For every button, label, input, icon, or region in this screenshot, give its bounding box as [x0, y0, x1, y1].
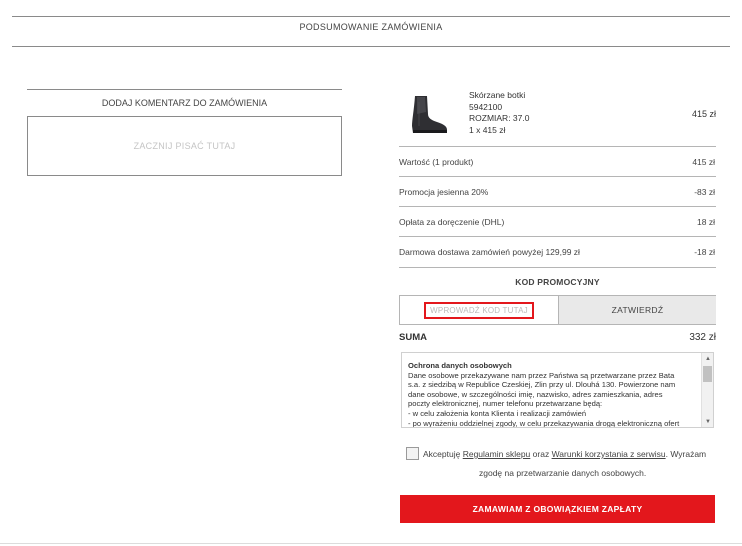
- summary-row-label: Opłata za doręczenie (DHL): [399, 217, 505, 227]
- promo-code-form: WPROWADŹ KOD TUTAJ ZATWIERDŹ: [399, 295, 716, 325]
- summary-row-label: Promocja jesienna 20%: [399, 187, 489, 197]
- product-name: Skórzane botki: [469, 90, 526, 100]
- terms-suffix: . Wyrażam: [665, 449, 707, 459]
- header-top-divider: [12, 16, 730, 17]
- privacy-line: Dane osobowe przekazywane nam przez Pańs…: [408, 370, 675, 380]
- cart-product: Skórzane botki 5942100 ROZMIAR: 37.0 1 x…: [399, 88, 716, 146]
- promo-code-input[interactable]: WPROWADŹ KOD TUTAJ: [424, 302, 534, 319]
- product-price: 415 zł: [691, 109, 716, 119]
- summary-row-value: -18 zł: [694, 247, 715, 257]
- summary-row-label: Darmowa dostawa zamówień powyżej 129,99 …: [399, 247, 580, 257]
- privacy-heading: Ochrona danych osobowych: [408, 361, 512, 370]
- privacy-scrollbar[interactable]: ▲ ▼: [701, 353, 713, 427]
- summary-row-value: 415 zł: [692, 157, 715, 167]
- summary-row: Darmowa dostawa zamówień powyżej 129,99 …: [399, 236, 716, 268]
- footer-divider: [0, 543, 742, 544]
- service-terms-link[interactable]: Warunki korzystania z serwisu: [552, 449, 666, 459]
- terms-prefix: Akceptuję: [423, 449, 461, 459]
- ankle-boot-icon: [412, 96, 447, 133]
- scroll-thumb[interactable]: [703, 366, 712, 382]
- summary-row: Wartość (1 produkt) 415 zł: [399, 146, 716, 177]
- total-label: SUMA: [399, 332, 427, 343]
- header-bottom-divider: [12, 46, 730, 47]
- scroll-down-arrow-icon[interactable]: ▼: [705, 419, 711, 425]
- summary-row: Promocja jesienna 20% -83 zł: [399, 176, 716, 207]
- privacy-line: s.a. z siedzibą w Republice Czeskiej, Zl…: [408, 380, 676, 390]
- promo-submit-button[interactable]: ZATWIERDŹ: [558, 296, 716, 324]
- comment-placeholder: ZACZNIJ PISAĆ TUTAJ: [133, 141, 236, 151]
- place-order-button[interactable]: ZAMAWIAM Z OBOWIĄZKIEM ZAPŁATY: [400, 495, 715, 523]
- promo-code-title: KOD PROMOCYJNY: [515, 277, 600, 287]
- terms-text-line1: Akceptuję Regulamin sklepu oraz Warunki …: [423, 445, 706, 464]
- comment-title: DODAJ KOMENTARZ DO ZAMÓWIENIA: [101, 98, 268, 108]
- promo-code-input-area[interactable]: WPROWADŹ KOD TUTAJ: [400, 296, 558, 324]
- summary-row-value: 18 zł: [697, 217, 715, 227]
- privacy-policy-box[interactable]: Ochrona danych osobowych Dane osobowe pr…: [401, 352, 714, 428]
- page-title: PODSUMOWANIE ZAMÓWIENIA: [299, 22, 443, 32]
- product-details: Skórzane botki 5942100 ROZMIAR: 37.0 1 x…: [469, 90, 529, 136]
- terms-text-line2: zgodę na przetwarzanie danych osobowych.: [479, 468, 647, 478]
- terms-middle: oraz: [532, 449, 550, 459]
- product-size: ROZMIAR: 37.0: [469, 113, 530, 123]
- shop-regulations-link[interactable]: Regulamin sklepu: [463, 449, 531, 459]
- privacy-text: Ochrona danych osobowych Dane osobowe pr…: [408, 361, 700, 428]
- product-code: 5942100: [469, 101, 503, 112]
- order-comment-input[interactable]: ZACZNIJ PISAĆ TUTAJ: [27, 116, 342, 176]
- privacy-line: - po wyrażeniu oddzielnej zgody, w celu …: [408, 418, 680, 428]
- privacy-line: - w celu założenia konta Klienta i reali…: [408, 408, 587, 418]
- order-total: SUMA 332 zł: [399, 332, 716, 343]
- product-quantity: 1 x 415 zł: [469, 124, 506, 135]
- total-value: 332 zł: [689, 332, 716, 343]
- terms-checkbox[interactable]: [406, 447, 419, 460]
- summary-row-label: Wartość (1 produkt): [399, 157, 474, 167]
- summary-row: Opłata za doręczenie (DHL) 18 zł: [399, 206, 716, 237]
- comment-divider: [27, 89, 342, 90]
- scroll-up-arrow-icon[interactable]: ▲: [705, 356, 711, 362]
- privacy-line: poczty elektronicznej, numer telefonu pr…: [408, 399, 603, 409]
- order-summary: Skórzane botki 5942100 ROZMIAR: 37.0 1 x…: [399, 88, 716, 523]
- privacy-line: dane osobowe, w szczególności imię, nazw…: [408, 389, 663, 399]
- summary-row-value: -83 zł: [694, 187, 715, 197]
